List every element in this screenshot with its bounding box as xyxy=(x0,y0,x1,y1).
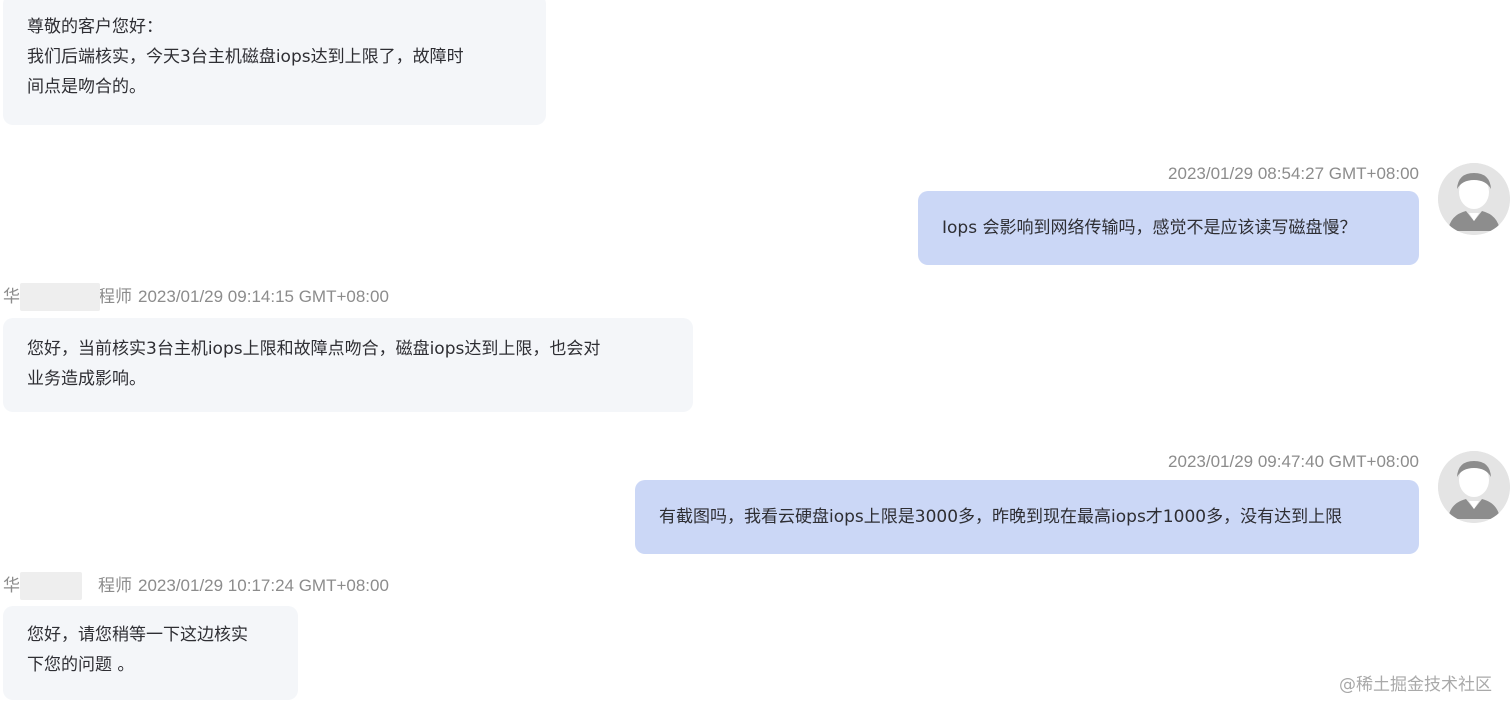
incoming-message-bubble: 您好，当前核实3台主机iops上限和故障点吻合，磁盘iops达到上限，也会对 业… xyxy=(3,318,693,412)
chat-transcript: 尊敬的客户您好： 我们后端核实，今天3台主机磁盘iops达到上限了，故障时 间点… xyxy=(0,0,1512,715)
message-text-line: 下您的问题 。 xyxy=(27,655,135,675)
incoming-message-bubble: 尊敬的客户您好： 我们后端核实，今天3台主机磁盘iops达到上限了，故障时 间点… xyxy=(3,0,546,125)
incoming-message-bubble: 您好，请您稍等一下这边核实 下您的问题 。 xyxy=(3,606,298,700)
message-text-line: 间点是吻合的。 xyxy=(27,77,146,97)
watermark: @稀土掘金技术社区 xyxy=(1339,675,1492,695)
message-text-line: 业务造成影响。 xyxy=(27,369,146,389)
user-avatar-icon[interactable] xyxy=(1438,451,1510,523)
message-text-line: 您好，当前核实3台主机iops上限和故障点吻合，磁盘iops达到上限，也会对 xyxy=(27,339,601,359)
message-text-line: 尊敬的客户您好： xyxy=(27,17,163,37)
outgoing-message-bubble: 有截图吗，我看云硬盘iops上限是3000多，昨晚到现在最高iops才1000多… xyxy=(635,480,1419,554)
message-text-line: 您好，请您稍等一下这边核实 xyxy=(27,625,248,645)
message-text-line: 有截图吗，我看云硬盘iops上限是3000多，昨晚到现在最高iops才1000多… xyxy=(659,507,1343,527)
message-text-line: 我们后端核实，今天3台主机磁盘iops达到上限了，故障时 xyxy=(27,47,464,67)
message-timestamp: 2023/01/29 10:17:24 GMT+08:00 xyxy=(138,576,389,595)
user-avatar-icon[interactable] xyxy=(1438,163,1510,235)
message-timestamp: 2023/01/29 08:54:27 GMT+08:00 xyxy=(1168,164,1419,183)
message-timestamp: 2023/01/29 09:14:15 GMT+08:00 xyxy=(138,287,389,306)
message-timestamp: 2023/01/29 09:47:40 GMT+08:00 xyxy=(1168,452,1419,471)
redacted-name-mask xyxy=(20,572,82,600)
redacted-name-mask xyxy=(20,283,100,311)
outgoing-message-bubble: Iops 会影响到网络传输吗，感觉不是应该读写磁盘慢？ xyxy=(918,191,1419,265)
message-text-line: Iops 会影响到网络传输吗，感觉不是应该读写磁盘慢？ xyxy=(942,218,1357,238)
